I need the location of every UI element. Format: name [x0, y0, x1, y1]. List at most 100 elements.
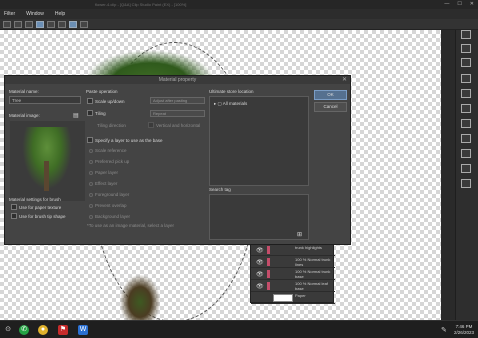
tiling-checkbox[interactable] — [87, 110, 93, 116]
search-icon[interactable] — [461, 30, 471, 39]
layer-option: Paper layer — [95, 170, 119, 175]
ok-button[interactable]: OK — [314, 90, 347, 100]
folder-icon[interactable] — [461, 58, 471, 67]
tool-button[interactable] — [47, 20, 55, 28]
paste-operation-label: Paste operation — [86, 89, 118, 94]
tool-button[interactable] — [58, 20, 66, 28]
title-bar: flower-4.clip - [Q&A] Clip Studio Paint … — [0, 0, 478, 9]
folder-icon[interactable] — [461, 44, 471, 53]
material-image-label: Material image: — [9, 113, 40, 118]
window-title: flower-4.clip - [Q&A] Clip Studio Paint … — [95, 2, 187, 7]
minimize-button[interactable]: — — [444, 1, 449, 7]
tool-button[interactable] — [80, 20, 88, 28]
menu-bar: Filter Window Help — [0, 9, 478, 19]
search-tag-box[interactable]: ⊞ — [209, 194, 309, 240]
layer-option: Foreground layer — [95, 192, 130, 197]
material-name-input[interactable]: Tree — [9, 96, 81, 104]
eye-icon[interactable]: 👁 — [256, 259, 264, 266]
tree-item[interactable]: ▸ ▢ All materials — [214, 101, 247, 107]
menu-help[interactable]: Help — [55, 11, 65, 17]
tool-button[interactable] — [3, 20, 11, 28]
tiling-direction-checkbox[interactable] — [148, 122, 154, 128]
layer-option-radio[interactable] — [89, 204, 93, 208]
layer-option: Effect layer — [95, 181, 118, 186]
menu-window[interactable]: Window — [26, 11, 44, 17]
window-controls: — ☐ ✕ — [444, 1, 474, 7]
layer-thumbnail — [273, 294, 293, 302]
material-icon[interactable] — [461, 89, 471, 98]
storage-location-label: Ultimate store location — [209, 89, 254, 94]
layer-name: 100 % Normal leaf base — [295, 281, 328, 291]
tiling-dropdown[interactable]: Repeat — [150, 110, 205, 117]
material-icon[interactable] — [461, 104, 471, 113]
layer-option-radio[interactable] — [89, 182, 93, 186]
canvas-scrollbar[interactable] — [441, 30, 455, 320]
tool-button[interactable] — [14, 20, 22, 28]
material-icon[interactable] — [461, 149, 471, 158]
scale-dropdown[interactable]: Adjust after pasting — [150, 97, 205, 104]
layer-option: Background layer — [95, 214, 131, 219]
layer-row[interactable]: 👁 100 % Normal trunk lines — [251, 256, 335, 268]
layer-color-swatch — [267, 258, 270, 266]
material-image-preview — [10, 121, 85, 201]
scale-checkbox[interactable] — [87, 98, 93, 104]
pen-icon[interactable]: ✎ — [441, 326, 447, 334]
material-icon[interactable] — [461, 134, 471, 143]
material-icon[interactable] — [461, 164, 471, 173]
layer-option-radio[interactable] — [89, 149, 93, 153]
clock[interactable]: 7:46 PM 2/26/2023 — [454, 324, 474, 336]
tree-trunk — [120, 275, 160, 320]
layer-option-radio[interactable] — [89, 193, 93, 197]
layer-option: Scale reference — [95, 148, 127, 153]
layer-note: *To use as an image material, select a l… — [87, 223, 175, 228]
scale-label: Scale up/down — [95, 99, 125, 104]
tool-button[interactable] — [25, 20, 33, 28]
layer-option-radio[interactable] — [89, 160, 93, 164]
layer-row[interactable]: 👁 100 % Normal leaf base — [251, 280, 335, 292]
material-icon[interactable] — [461, 179, 471, 188]
material-icon[interactable] — [461, 119, 471, 128]
menu-filter[interactable]: Filter — [4, 11, 15, 17]
layer-name: trunk highlights — [295, 245, 322, 250]
cancel-button[interactable]: Cancel — [314, 102, 347, 112]
chrome-icon[interactable]: ● — [38, 325, 48, 335]
dialog-title: Material property — [5, 76, 350, 84]
specify-layer-label: Specify a layer to use as the base — [95, 138, 163, 143]
storage-location-tree[interactable]: ▸ ▢ All materials — [209, 96, 309, 186]
material-name-label: Material name: — [9, 89, 39, 94]
command-bar — [0, 19, 478, 30]
eye-icon[interactable]: 👁 — [256, 283, 264, 290]
tree-item-label: All materials — [222, 101, 248, 106]
layer-option-radio[interactable] — [89, 171, 93, 175]
tree-image-trunk — [44, 161, 49, 191]
eye-icon[interactable]: 👁 — [256, 247, 264, 254]
add-tag-icon[interactable]: ⊞ — [297, 231, 302, 238]
close-window-button[interactable]: ✕ — [470, 1, 474, 7]
specify-layer-checkbox[interactable] — [87, 137, 93, 143]
brush-tip-label: Use for brush tip shape — [19, 214, 66, 219]
layer-name: 100 % Normal trunk lines — [295, 257, 331, 267]
material-icon[interactable] — [461, 74, 471, 83]
layer-option-radio[interactable] — [89, 215, 93, 219]
layer-row[interactable]: Paper — [251, 292, 335, 304]
layer-color-swatch — [267, 282, 270, 290]
layer-option: Prevent overlap — [95, 203, 127, 208]
layer-name: 100 % Normal trunk base — [295, 269, 331, 279]
tool-button[interactable] — [69, 20, 77, 28]
word-icon[interactable]: W — [78, 325, 88, 335]
maximize-button[interactable]: ☐ — [457, 1, 461, 7]
chat-icon[interactable]: ✆ — [19, 325, 29, 335]
layer-row[interactable]: 👁 100 % Normal trunk base — [251, 268, 335, 280]
taskbar: ⊙ ✆ ● ⚑ W ✎ 7:46 PM 2/26/2023 — [0, 320, 478, 338]
eye-icon[interactable]: 👁 — [256, 271, 264, 278]
close-icon[interactable]: ✕ — [342, 76, 347, 84]
tool-button[interactable] — [36, 20, 44, 28]
sling-icon[interactable]: ⚑ — [58, 325, 68, 335]
layer-color-swatch — [267, 246, 270, 254]
start-icon[interactable]: ⊙ — [3, 325, 13, 335]
layer-color-swatch — [267, 270, 270, 278]
folder-icon[interactable]: ▤ — [73, 112, 79, 119]
paper-texture-checkbox[interactable] — [11, 204, 17, 210]
brush-tip-checkbox[interactable] — [11, 213, 17, 219]
layer-row[interactable]: 👁 trunk highlights — [251, 244, 335, 256]
